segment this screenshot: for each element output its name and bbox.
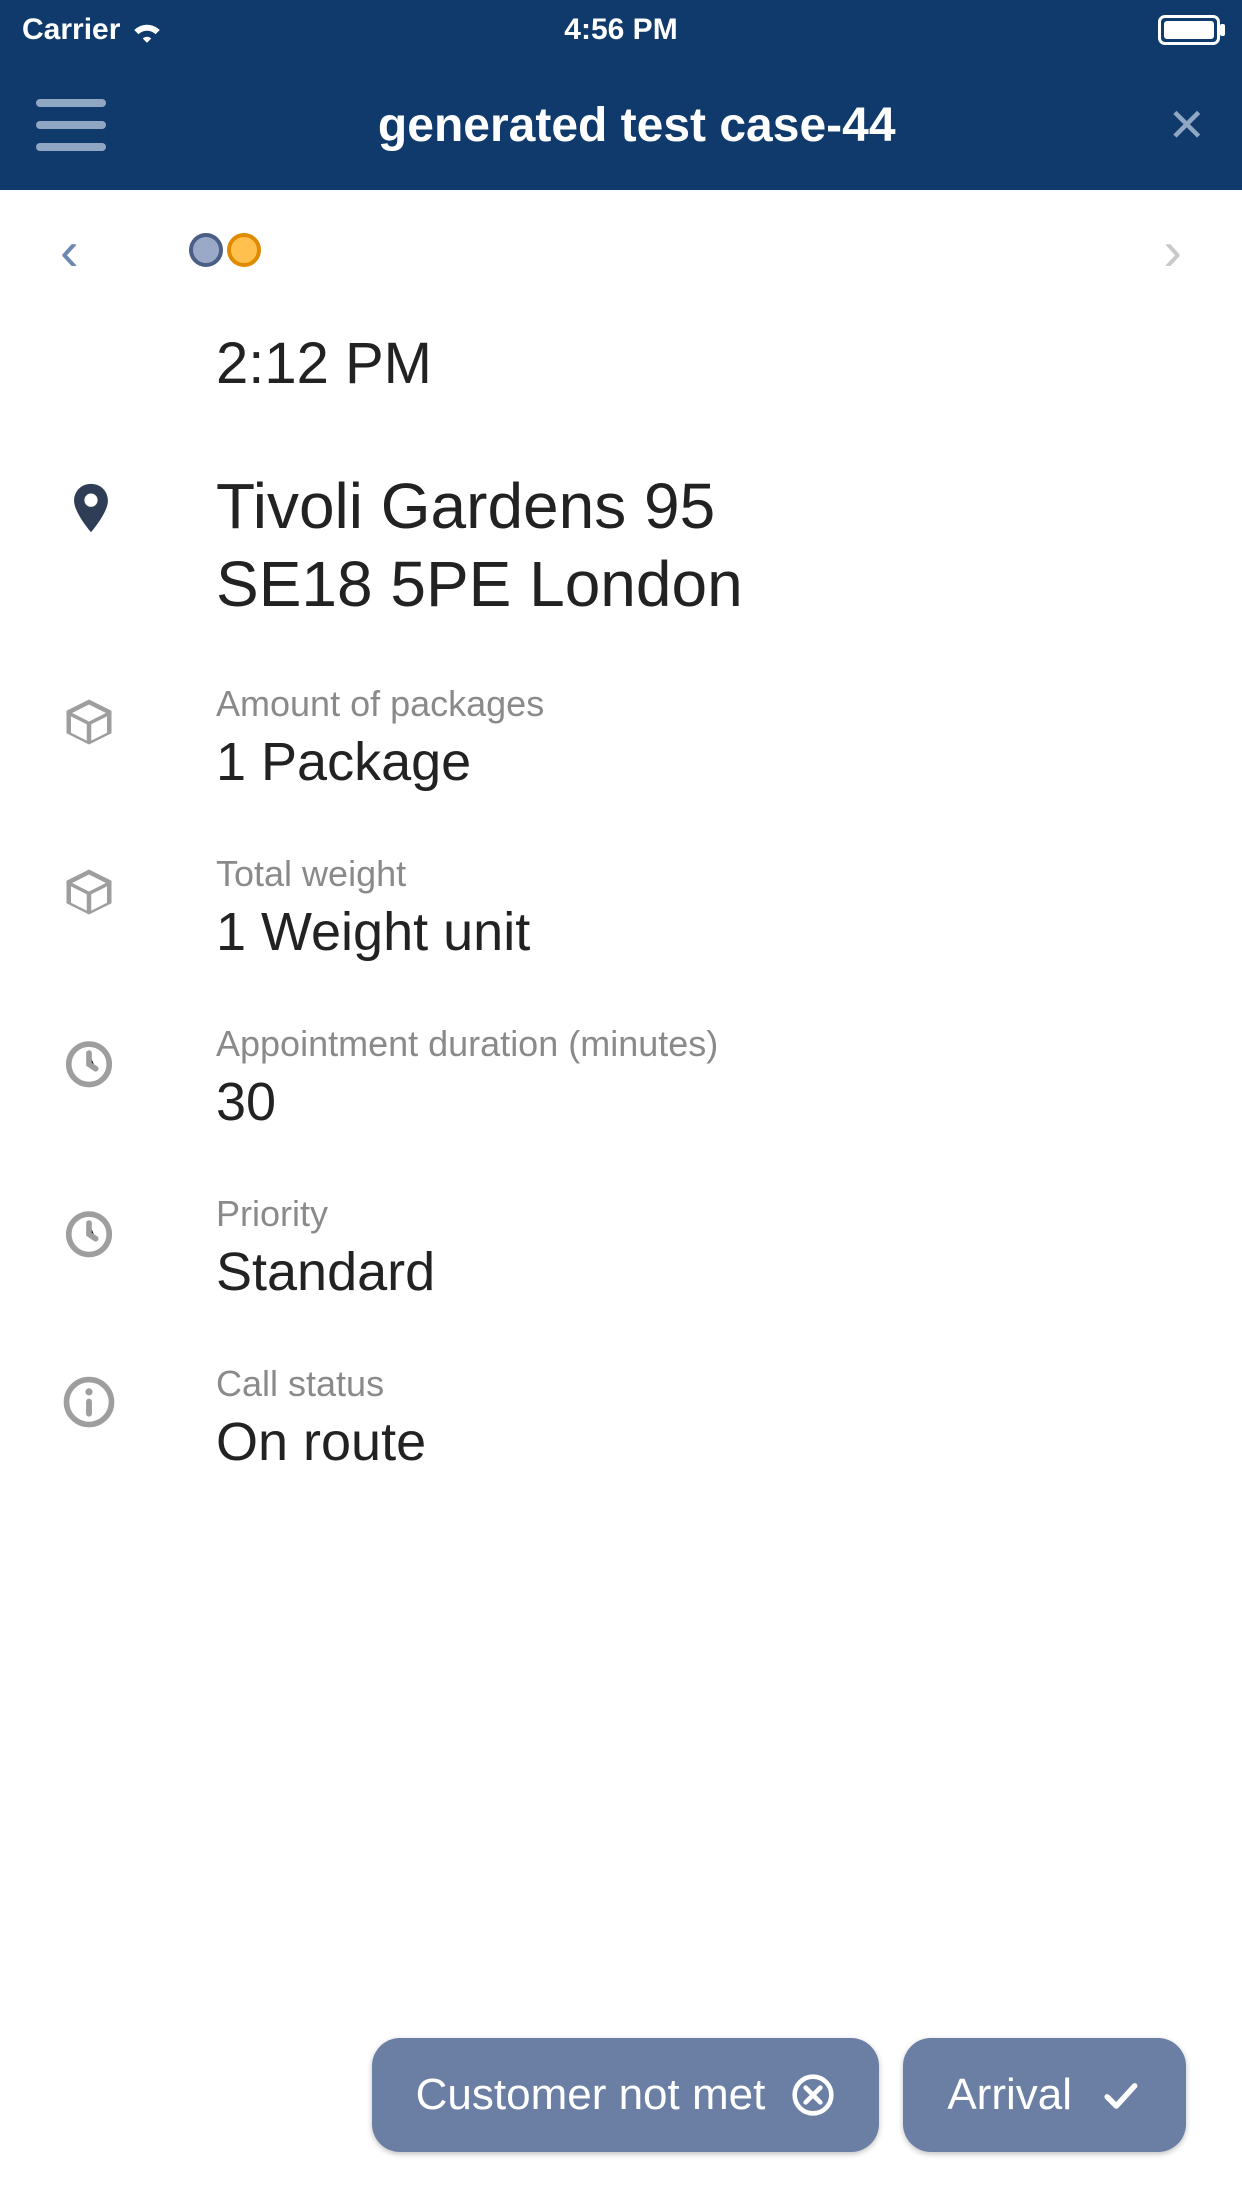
location-pin-icon [62,479,120,537]
address-line2: SE18 5PE London [216,545,1186,623]
duration-row: Appointment duration (minutes) 30 [56,1023,1186,1133]
customer-not-met-button[interactable]: Customer not met [372,2038,880,2152]
nav-bar: generated test case-44 ✕ [0,60,1242,190]
priority-icon [62,1205,116,1259]
carrier-label: Carrier [22,13,120,47]
address-row: Tivoli Gardens 95 SE18 5PE London [56,467,1186,623]
close-button[interactable]: ✕ [1167,98,1206,152]
weight-icon [62,865,116,919]
wifi-icon [130,17,164,43]
priority-label: Priority [216,1193,1186,1235]
duration-label: Appointment duration (minutes) [216,1023,1186,1065]
next-button[interactable]: › [1163,218,1182,283]
callstatus-label: Call status [216,1363,1186,1405]
circle-x-icon [791,2073,835,2117]
arrival-label: Arrival [947,2070,1072,2120]
arrival-button[interactable]: Arrival [903,2038,1186,2152]
status-bar: Carrier 4:56 PM [0,0,1242,60]
weight-row: Total weight 1 Weight unit [56,853,1186,963]
check-icon [1098,2073,1142,2117]
callstatus-row: Call status On route [56,1363,1186,1473]
priority-row: Priority Standard [56,1193,1186,1303]
status-dot-blue [189,233,223,267]
detail-content: 2:12 PM Tivoli Gardens 95 SE18 5PE Londo… [0,310,1242,1473]
bottom-action-bar: Customer not met Arrival [372,2038,1186,2152]
priority-value: Standard [216,1241,1186,1303]
status-dot-orange [227,233,261,267]
package-icon [62,695,116,749]
menu-button[interactable] [36,99,106,151]
customer-not-met-label: Customer not met [416,2070,766,2120]
battery-icon [1158,15,1220,45]
status-dots [189,233,261,267]
callstatus-value: On route [216,1411,1186,1473]
clock-time: 4:56 PM [564,13,677,47]
weight-value: 1 Weight unit [216,901,1186,963]
address-line1: Tivoli Gardens 95 [216,467,1186,545]
duration-value: 30 [216,1071,1186,1133]
packages-label: Amount of packages [216,683,1186,725]
weight-label: Total weight [216,853,1186,895]
page-title: generated test case-44 [378,98,896,153]
timer-icon [62,1035,116,1089]
pager-row: ‹ › [0,190,1242,310]
appointment-time: 2:12 PM [216,330,1186,397]
packages-value: 1 Package [216,731,1186,793]
packages-row: Amount of packages 1 Package [56,683,1186,793]
info-icon [62,1375,116,1429]
prev-button[interactable]: ‹ [60,218,79,283]
